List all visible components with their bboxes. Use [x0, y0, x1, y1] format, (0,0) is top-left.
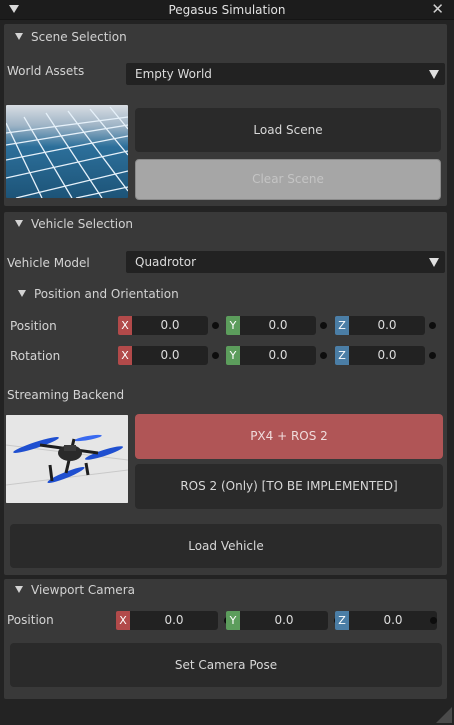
window-titlebar: Pegasus Simulation ✕ — [0, 0, 454, 20]
y-axis-badge: Y — [226, 346, 240, 365]
x-axis-badge: X — [118, 346, 132, 365]
keyframe-dot-icon[interactable] — [320, 352, 327, 359]
load-vehicle-button[interactable]: Load Vehicle — [10, 524, 442, 568]
keyframe-dot-icon[interactable] — [212, 352, 219, 359]
px4-ros2-backend-label: PX4 + ROS 2 — [250, 429, 328, 443]
load-scene-label: Load Scene — [253, 123, 323, 137]
camera-position-z-field[interactable]: 0.0 — [349, 611, 437, 630]
vehicle-selection-header[interactable]: Vehicle Selection — [4, 213, 447, 235]
vehicle-rotation-label: Rotation — [10, 349, 61, 363]
camera-position-y-field[interactable]: 0.0 — [240, 611, 328, 630]
keyframe-dot-icon[interactable] — [320, 322, 327, 329]
chevron-down-icon — [429, 258, 439, 267]
keyframe-dot-icon[interactable] — [212, 322, 219, 329]
collapse-triangle-icon — [15, 220, 23, 227]
vehicle-rotation-y-field[interactable]: 0.0 — [240, 346, 316, 365]
close-icon[interactable]: ✕ — [431, 1, 444, 18]
load-vehicle-label: Load Vehicle — [188, 539, 264, 553]
vehicle-model-value: Quadrotor — [135, 255, 197, 269]
z-axis-badge: Z — [335, 346, 349, 365]
vehicle-selection-panel: Vehicle Selection Vehicle Model Quadroto… — [4, 212, 447, 575]
x-axis-badge: X — [116, 611, 130, 630]
viewport-camera-title: Viewport Camera — [31, 583, 135, 597]
scene-selection-panel: Scene Selection World Assets Empty World — [4, 24, 447, 206]
window-title: Pegasus Simulation — [168, 3, 286, 17]
camera-position-x-field[interactable]: 0.0 — [130, 611, 218, 630]
vehicle-position-label: Position — [10, 319, 57, 333]
world-thumbnail — [6, 105, 128, 198]
position-orientation-title: Position and Orientation — [34, 287, 179, 301]
camera-position-label: Position — [7, 613, 54, 627]
z-axis-badge: Z — [335, 316, 349, 335]
scene-selection-header[interactable]: Scene Selection — [4, 26, 447, 48]
clear-scene-button[interactable]: Clear Scene — [135, 159, 441, 200]
position-orientation-header[interactable]: Position and Orientation — [4, 283, 447, 305]
scene-selection-title: Scene Selection — [31, 30, 127, 44]
load-scene-button[interactable]: Load Scene — [135, 108, 441, 152]
vehicle-model-label: Vehicle Model — [7, 256, 90, 270]
streaming-backend-label: Streaming Backend — [7, 388, 125, 402]
quadrotor-thumbnail — [6, 415, 128, 503]
world-assets-label: World Assets — [7, 64, 85, 78]
y-axis-badge: Y — [226, 316, 240, 335]
keyframe-dot-icon[interactable] — [430, 617, 437, 624]
collapse-triangle-icon — [18, 290, 26, 297]
vehicle-position-y-field[interactable]: 0.0 — [240, 316, 316, 335]
world-assets-value: Empty World — [135, 67, 212, 81]
collapse-triangle-icon — [15, 33, 23, 40]
vehicle-rotation-z-field[interactable]: 0.0 — [349, 346, 425, 365]
ros2-only-backend-button[interactable]: ROS 2 (Only) [TO BE IMPLEMENTED] — [135, 464, 443, 509]
resize-grip-icon[interactable] — [436, 707, 452, 723]
keyframe-dot-icon[interactable] — [429, 352, 436, 359]
chevron-down-icon — [429, 70, 439, 79]
vehicle-selection-title: Vehicle Selection — [31, 217, 134, 231]
viewport-camera-header[interactable]: Viewport Camera — [4, 579, 447, 601]
vehicle-position-z-field[interactable]: 0.0 — [349, 316, 425, 335]
set-camera-pose-button[interactable]: Set Camera Pose — [10, 643, 442, 687]
keyframe-dot-icon[interactable] — [429, 322, 436, 329]
z-axis-badge: Z — [335, 611, 349, 630]
px4-ros2-backend-button[interactable]: PX4 + ROS 2 — [135, 414, 443, 459]
ros2-only-backend-label: ROS 2 (Only) [TO BE IMPLEMENTED] — [180, 479, 398, 493]
x-axis-badge: X — [118, 316, 132, 335]
clear-scene-label: Clear Scene — [252, 172, 324, 186]
collapse-triangle-icon — [15, 586, 23, 593]
vehicle-rotation-x-field[interactable]: 0.0 — [132, 346, 208, 365]
y-axis-badge: Y — [226, 611, 240, 630]
world-assets-dropdown[interactable]: Empty World — [126, 63, 445, 85]
vehicle-model-dropdown[interactable]: Quadrotor — [126, 251, 445, 273]
set-camera-pose-label: Set Camera Pose — [174, 658, 278, 672]
vehicle-position-x-field[interactable]: 0.0 — [132, 316, 208, 335]
viewport-camera-panel: Viewport Camera Position X 0.0 Y 0.0 Z 0… — [4, 579, 447, 699]
